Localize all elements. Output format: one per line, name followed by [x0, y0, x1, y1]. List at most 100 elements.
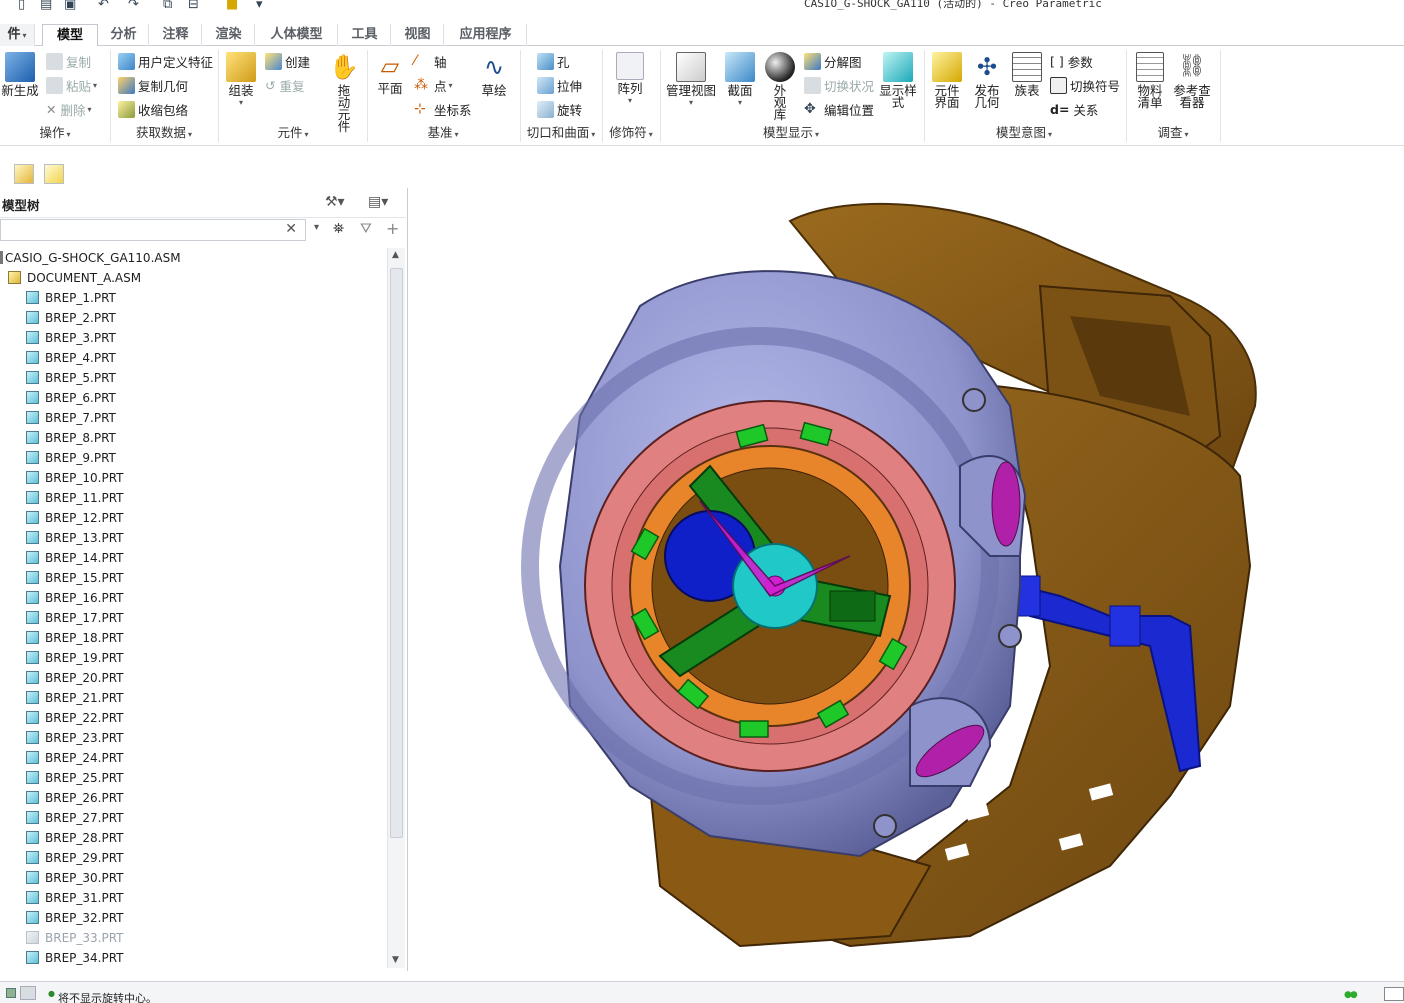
clear-search-icon[interactable]: ✕ [285, 221, 297, 237]
group-get-data[interactable]: 获取数据 ▾ [112, 124, 216, 144]
group-investigate[interactable]: 调查 ▾ [1128, 124, 1218, 144]
save-icon[interactable]: ▣ [64, 0, 76, 12]
tree-part-node[interactable]: BREP_5.PRT [26, 368, 116, 388]
group-component[interactable]: 元件 ▾ [220, 124, 366, 144]
new-file-icon[interactable]: ▯ [18, 0, 25, 12]
tree-part-node[interactable]: BREP_26.PRT [26, 788, 124, 808]
exploded-view-button[interactable]: 分解图 [804, 52, 862, 71]
copy-button[interactable]: 复制 [46, 52, 91, 71]
tree-part-node[interactable]: BREP_19.PRT [26, 648, 124, 668]
tree-part-node[interactable]: BREP_34.PRT [26, 948, 124, 968]
tree-part-node[interactable]: BREP_7.PRT [26, 408, 116, 428]
windows-icon[interactable]: ⊟ [188, 0, 199, 12]
regenerate-quick-icon[interactable]: ⧉ [163, 0, 172, 12]
assemble-button[interactable]: 组装 ▾ [222, 52, 260, 109]
model-tree-search-input[interactable]: ✕ [0, 219, 306, 241]
datum-point-button[interactable]: ⁂ 点 ▾ [414, 76, 453, 95]
reference-viewer-button[interactable]: ⛓ 参考查看器 [1170, 52, 1214, 109]
tree-part-node[interactable]: BREP_11.PRT [26, 488, 124, 508]
tree-part-node[interactable]: BREP_17.PRT [26, 608, 124, 628]
paste-button[interactable]: 粘贴 ▾ [46, 76, 97, 95]
tree-part-node[interactable]: BREP_31.PRT [26, 888, 124, 908]
group-model-intent[interactable]: 模型意图 ▾ [926, 124, 1122, 144]
tree-part-node[interactable]: BREP_12.PRT [26, 508, 124, 528]
family-table-button[interactable]: 族表 [1008, 52, 1046, 97]
group-cut-surface[interactable]: 切口和曲面 ▾ [520, 124, 602, 144]
favorites-tab-icon[interactable] [44, 164, 64, 184]
manage-views-dropdown-icon[interactable]: ▾ [664, 97, 718, 109]
scroll-down-icon[interactable]: ▼ [392, 955, 399, 965]
tree-part-node[interactable]: BREP_6.PRT [26, 388, 116, 408]
tree-root-node[interactable]: CASIO_G-SHOCK_GA110.ASM [0, 248, 181, 268]
tree-part-node[interactable]: BREP_4.PRT [26, 348, 116, 368]
open-file-icon[interactable]: ▤ [40, 0, 52, 12]
parameters-button[interactable]: [ ] 参数 [1050, 52, 1093, 71]
tab-manikin[interactable]: 人体模型 [256, 24, 338, 46]
tab-model[interactable]: 模型 [42, 24, 98, 47]
tab-file[interactable]: 件 ▾ [0, 24, 35, 46]
datum-plane-button[interactable]: ▱ 平面 [372, 52, 408, 95]
udf-button[interactable]: 用户定义特征 [118, 52, 213, 71]
component-interface-button[interactable]: 元件界面 [928, 52, 966, 109]
regenerate-button[interactable]: 新生成 [0, 52, 40, 97]
publish-geometry-button[interactable]: ✣ 发布几何 [968, 52, 1006, 109]
switch-symbols-button[interactable]: 切换符号 [1050, 76, 1120, 95]
tree-part-node[interactable]: BREP_8.PRT [26, 428, 116, 448]
bill-of-materials-button[interactable]: 物料清单 [1130, 52, 1170, 109]
customize-quick-access-icon[interactable]: ▾ [256, 0, 263, 12]
copy-geometry-button[interactable]: 复制几何 [118, 76, 188, 95]
scroll-up-icon[interactable]: ▲ [392, 250, 399, 260]
sketch-button[interactable]: ∿ 草绘 [476, 52, 512, 97]
search-dropdown-icon[interactable]: ▾ [314, 222, 319, 233]
create-component-button[interactable]: 创建 [265, 52, 310, 71]
tree-part-node[interactable]: BREP_18.PRT [26, 628, 124, 648]
show-menu-icon[interactable]: ▤▾ [368, 194, 388, 210]
display-style-button[interactable]: 显示样式 [876, 52, 920, 109]
tree-part-node[interactable]: BREP_32.PRT [26, 908, 124, 928]
datum-csys-button[interactable]: ⊹ 坐标系 [414, 100, 472, 119]
tab-tools[interactable]: 工具 [339, 24, 391, 46]
pattern-dropdown-icon[interactable]: ▾ [612, 95, 648, 107]
watch-3d-model[interactable] [410, 146, 1404, 980]
pattern-button[interactable]: 阵列 ▾ [612, 52, 648, 107]
assemble-dropdown-icon[interactable]: ▾ [222, 97, 260, 109]
section-dropdown-icon[interactable]: ▾ [722, 97, 758, 109]
tree-part-node[interactable]: BREP_14.PRT [26, 548, 124, 568]
tree-part-node[interactable]: BREP_10.PRT [26, 468, 124, 488]
tree-settings-icon[interactable]: ⚒▾ [325, 194, 345, 210]
tree-part-node[interactable]: BREP_27.PRT [26, 808, 124, 828]
tab-analysis[interactable]: 分析 [99, 24, 149, 46]
tab-render[interactable]: 渲染 [203, 24, 255, 46]
tree-part-node[interactable]: BREP_28.PRT [26, 828, 124, 848]
tree-part-node[interactable]: BREP_2.PRT [26, 308, 116, 328]
tree-part-node[interactable]: BREP_3.PRT [26, 328, 116, 348]
tree-part-node[interactable]: BREP_1.PRT [26, 288, 116, 308]
filter-icon[interactable]: ⛛ [360, 221, 372, 237]
tree-part-node[interactable]: BREP_16.PRT [26, 588, 124, 608]
message-icon[interactable] [6, 988, 16, 998]
tree-part-node[interactable]: BREP_24.PRT [26, 748, 124, 768]
scrollbar-thumb[interactable] [390, 268, 403, 838]
add-column-icon[interactable]: + [386, 219, 399, 238]
extrude-button[interactable]: 拉伸 [537, 76, 582, 95]
tab-applications[interactable]: 应用程序 [445, 24, 527, 46]
group-modifiers[interactable]: 修饰符 ▾ [602, 124, 660, 144]
undo-icon[interactable]: ↶ [98, 0, 109, 12]
tree-part-node[interactable]: BREP_15.PRT [26, 568, 124, 588]
tab-annotate[interactable]: 注释 [150, 24, 202, 46]
tree-subassembly-node[interactable]: DOCUMENT_A.ASM [8, 268, 141, 288]
redo-icon[interactable]: ↷ [128, 0, 139, 12]
repeat-button[interactable]: ↺ 重复 [265, 76, 305, 95]
group-operations[interactable]: 操作 ▾ [0, 124, 110, 144]
tab-view[interactable]: 视图 [392, 24, 444, 46]
datum-axis-button[interactable]: ⁄ 轴 [414, 52, 447, 71]
hole-button[interactable]: 孔 [537, 52, 570, 71]
shrinkwrap-button[interactable]: 收缩包络 [118, 100, 188, 119]
appearance-gallery-button[interactable]: 外观库 [762, 52, 798, 121]
tree-part-node[interactable]: BREP_30.PRT [26, 868, 124, 888]
selection-filter-icon[interactable] [1384, 987, 1404, 1001]
tree-part-node[interactable]: BREP_22.PRT [26, 708, 124, 728]
folder-browser-tab-icon[interactable] [14, 164, 34, 184]
edit-position-button[interactable]: ✥ 编辑位置 [804, 100, 874, 119]
tree-part-node[interactable]: BREP_20.PRT [26, 668, 124, 688]
